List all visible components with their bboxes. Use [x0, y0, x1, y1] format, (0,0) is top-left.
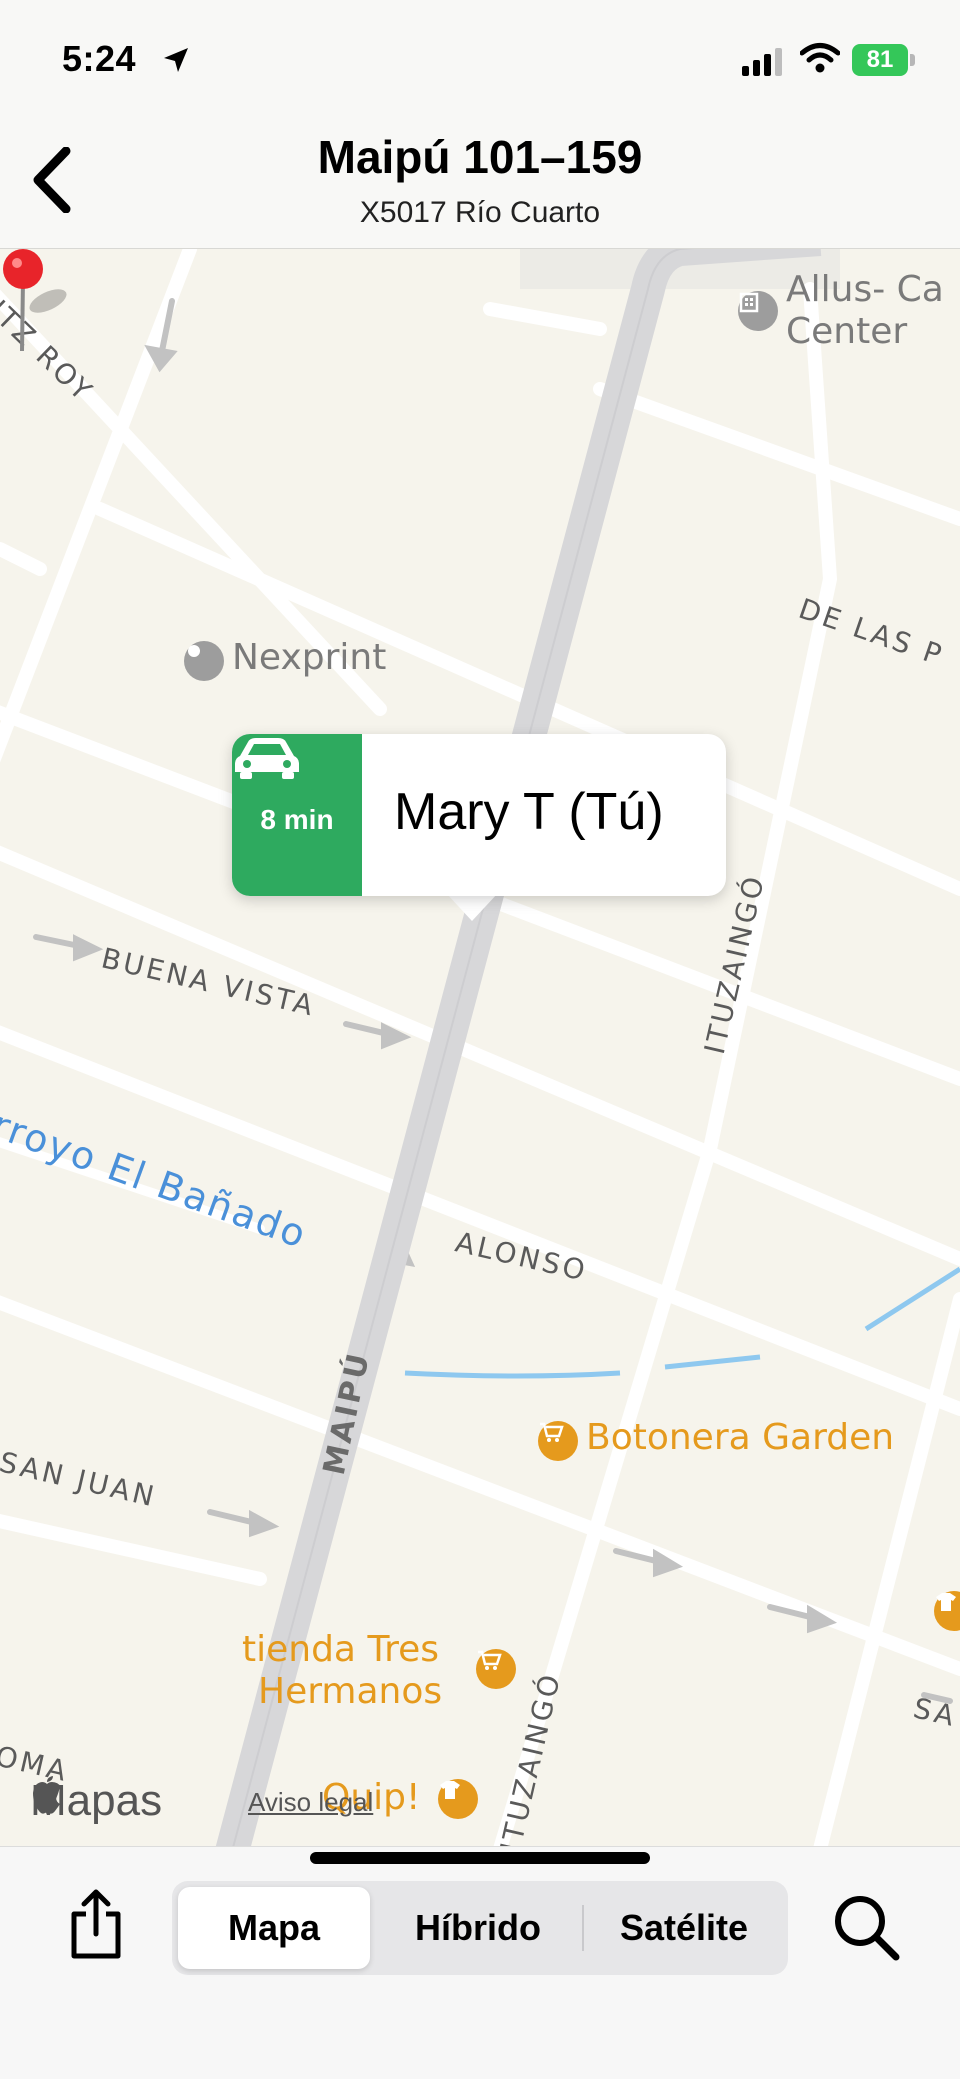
shopping-cart-icon[interactable] — [538, 1421, 578, 1461]
callout-name: Mary T (Tú) — [394, 783, 664, 841]
car-icon — [235, 738, 299, 779]
map-type-segmented-control: Mapa Híbrido Satélite — [172, 1881, 788, 1975]
search-icon — [835, 1896, 900, 1961]
legal-link[interactable]: Aviso legal — [248, 1787, 373, 1818]
segment-satelite[interactable]: Satélite — [586, 1887, 782, 1969]
search-button[interactable] — [826, 1887, 906, 1967]
eta-text: 8 min — [260, 804, 334, 835]
shopping-cart-icon[interactable] — [476, 1649, 516, 1689]
segment-mapa[interactable]: Mapa — [178, 1887, 370, 1969]
battery-cap — [910, 54, 915, 66]
building-icon[interactable] — [738, 291, 778, 331]
callout-tail — [446, 893, 498, 921]
page-subtitle: X5017 Río Cuarto — [359, 196, 601, 229]
battery-indicator: 81 — [852, 44, 908, 76]
bottom-toolbar: Mapa Híbrido Satélite — [0, 1846, 960, 2079]
cellular-signal-icon — [742, 48, 782, 76]
poi-label-tienda-2[interactable]: Hermanos — [258, 1671, 442, 1712]
segment-divider — [582, 1905, 584, 1951]
apple-logo-icon — [33, 1776, 61, 1814]
poi-label-botonera[interactable]: Botonera Garden — [586, 1417, 894, 1458]
share-button[interactable] — [60, 1885, 132, 1963]
poi-label-allus-2[interactable]: Center — [786, 311, 907, 352]
status-bar: 5:24 81 — [0, 0, 960, 110]
wifi-icon — [800, 43, 840, 73]
maps-attribution: Mapas — [30, 1776, 162, 1826]
map-roads — [0, 249, 960, 1846]
status-time: 5:24 — [62, 38, 137, 79]
eta-badge[interactable]: 8 min — [232, 734, 362, 896]
location-arrow-icon — [164, 48, 188, 72]
share-icon — [71, 1889, 121, 1959]
poi-label-allus-1[interactable]: Allus- Ca — [786, 269, 944, 310]
map-pin-icon[interactable] — [0, 249, 80, 359]
location-callout[interactable]: 8 min Mary T (Tú) — [232, 734, 726, 896]
nav-header: Maipú 101–159 X5017 Río Cuarto — [0, 110, 960, 249]
page-title: Maipú 101–159 — [317, 131, 643, 183]
tshirt-icon[interactable] — [438, 1779, 478, 1819]
poi-label-tienda-1[interactable]: tienda Tres — [242, 1629, 439, 1670]
location-dot-icon[interactable] — [184, 641, 224, 681]
home-indicator[interactable] — [310, 1852, 650, 1864]
segment-hibrido[interactable]: Híbrido — [380, 1887, 576, 1969]
poi-label-nexprint[interactable]: Nexprint — [232, 637, 386, 678]
battery-level: 81 — [866, 46, 894, 73]
map-view[interactable]: ITZ ROY DE LAS P BUENA VISTA ITUZAINGÓ A… — [0, 249, 960, 1846]
